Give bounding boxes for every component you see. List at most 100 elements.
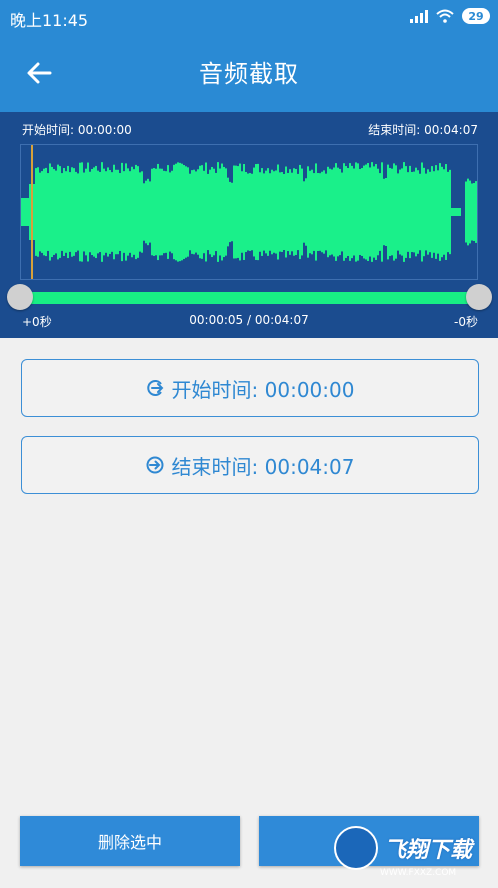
waveform-bar (51, 166, 53, 258)
waveform-bar (283, 173, 285, 251)
waveform-bar (195, 171, 197, 253)
waveform-bar (21, 198, 23, 226)
waveform-bar (227, 177, 229, 247)
trim-end-handle[interactable] (466, 284, 492, 310)
waveform-bar (471, 183, 473, 241)
waveform-bar (457, 208, 459, 216)
waveform-bar (289, 169, 291, 255)
waveform-bar (113, 164, 115, 260)
waveform-bar (395, 165, 397, 259)
waveform-bar (145, 180, 147, 244)
waveform-bar (301, 168, 303, 256)
waveform-bar (189, 173, 191, 251)
waveform-start-label: 开始时间: 00:00:00 (22, 123, 132, 137)
waveform-bar (133, 169, 135, 255)
waveform-bar (405, 166, 407, 258)
waveform-bar (45, 167, 47, 257)
waveform-bar (251, 173, 253, 251)
waveform-bar (305, 178, 307, 246)
waveform-bar (199, 165, 201, 259)
waveform-bar (253, 167, 255, 257)
waveform-bar (349, 163, 351, 261)
waveform-bar (223, 166, 225, 258)
waveform-bar (263, 173, 265, 251)
waveform-bar (205, 162, 207, 262)
status-time: 晚上11:45 (10, 11, 89, 30)
waveform-bar (231, 182, 233, 242)
waveform-bar (455, 208, 457, 216)
right-offset-label: -0秒 (454, 315, 478, 329)
waveform-bar (437, 170, 439, 254)
waveform-bar (297, 173, 299, 251)
waveform-bar (249, 173, 251, 251)
waveform-bar (157, 163, 159, 261)
waveform-bar (225, 168, 227, 256)
page-title: 音频截取 (199, 60, 299, 88)
waveform-bar (473, 183, 475, 241)
waveform-bar (355, 162, 357, 262)
waveform-bar (343, 163, 345, 261)
waveform-bar (57, 164, 59, 260)
waveform-bar (267, 168, 269, 256)
waveform-bar (313, 173, 315, 251)
waveform-bar (173, 164, 175, 260)
trim-start-handle[interactable] (7, 284, 33, 310)
waveform-bar (271, 169, 273, 255)
waveform-bar (139, 172, 141, 252)
waveform-bar (363, 165, 365, 259)
waveform-bar (123, 171, 125, 253)
waveform-bar (159, 168, 161, 256)
playhead-marker[interactable] (31, 145, 33, 279)
waveform-bar (359, 169, 361, 255)
waveform-bar (419, 173, 421, 251)
waveform-bar (391, 168, 393, 256)
waveform-bar (91, 168, 93, 256)
waveform-bar (421, 162, 423, 262)
waveform-bar (23, 198, 25, 226)
waveform-bar (129, 171, 131, 253)
waveform-bar (229, 181, 231, 243)
waveform-bar (127, 168, 129, 256)
waveform-bar (209, 169, 211, 255)
waveform-bar (61, 173, 63, 251)
start-time-button[interactable]: 开始时间: 00:00:00 (21, 359, 479, 417)
waveform-bar (151, 168, 153, 256)
waveform-bar (143, 183, 145, 241)
delete-selection-button[interactable]: 删除选中 (20, 816, 240, 866)
waveform-bar (381, 162, 383, 262)
waveform-bar (387, 164, 389, 260)
waveform-bar (433, 171, 435, 253)
waveform-bar (329, 168, 331, 256)
waveform-bar (333, 167, 335, 257)
waveform-bar (41, 171, 43, 253)
waveform-bar (125, 163, 127, 261)
end-time-button[interactable]: 结束时间: 00:04:07 (21, 436, 479, 494)
waveform-bar (435, 165, 437, 259)
trim-range-track[interactable] (20, 292, 478, 304)
waveform-bar (371, 162, 373, 262)
waveform-bar (89, 171, 91, 253)
waveform-bar (307, 166, 309, 258)
waveform-bar (107, 167, 109, 257)
waveform-bar (165, 171, 167, 253)
waveform-bar (261, 168, 263, 256)
waveform-bar (407, 172, 409, 252)
waveform-bar (191, 170, 193, 254)
waveform-bar (81, 162, 83, 262)
waveform-bar (375, 164, 377, 260)
waveform-bar (281, 172, 283, 252)
waveform-bar (53, 169, 55, 255)
waveform-bar (105, 171, 107, 253)
waveform-bar (397, 173, 399, 251)
waveform-bar (77, 173, 79, 251)
waveform-bar (147, 178, 149, 246)
waveform-bar (475, 181, 477, 243)
waveform-bar (257, 163, 259, 261)
waveform-bar (339, 168, 341, 256)
waveform-bar (279, 172, 281, 252)
waveform-display[interactable] (20, 144, 478, 280)
waveform-panel: 开始时间: 00:00:00 结束时间: 00:04:07 +0秒 00:00:… (0, 112, 498, 338)
waveform-bar (97, 170, 99, 254)
waveform-bar (337, 167, 339, 257)
waveform-bar (43, 168, 45, 256)
